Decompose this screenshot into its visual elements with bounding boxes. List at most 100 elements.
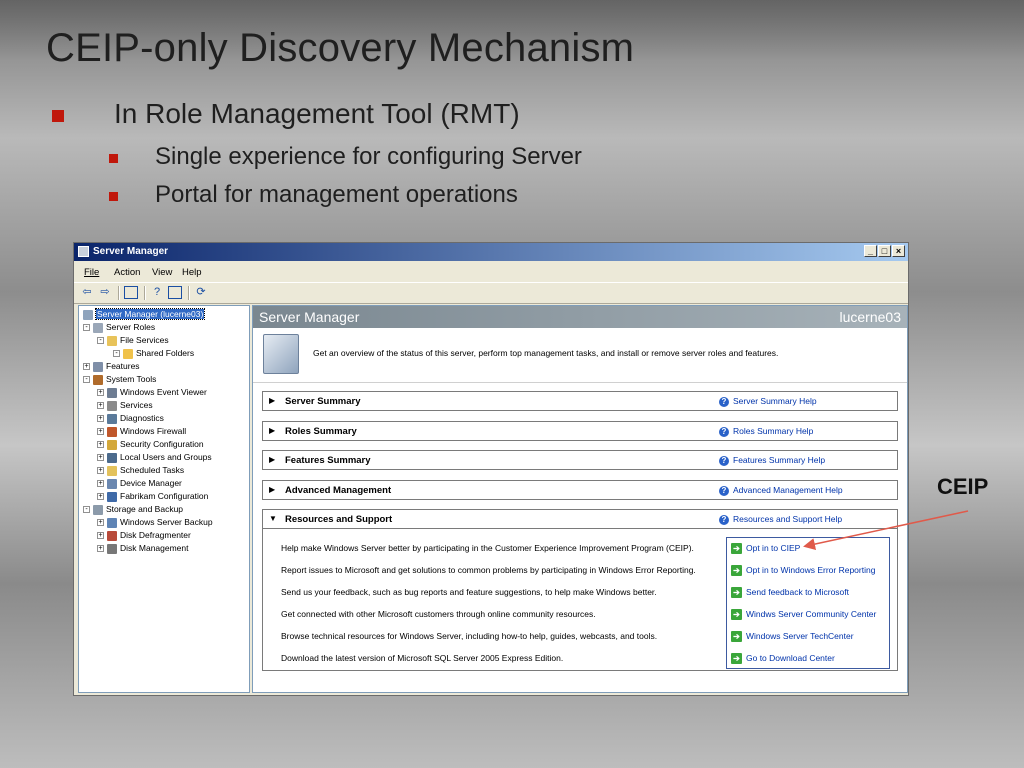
window-titlebar[interactable]: Server Manager _ □ × — [74, 243, 908, 261]
tree-node[interactable]: + Windows Event Viewer — [97, 386, 207, 398]
tree-node[interactable]: - System Tools — [83, 373, 156, 385]
users-icon — [107, 452, 117, 463]
send-feedback-link[interactable]: ➔ Send feedback to Microsoft — [731, 587, 849, 598]
features-icon — [93, 361, 103, 372]
tree-node[interactable]: + Disk Management — [97, 542, 189, 554]
tree-node[interactable]: - Server Roles — [83, 321, 155, 333]
expand-icon[interactable]: + — [97, 402, 104, 410]
window-title: Server Manager — [93, 246, 169, 257]
expand-icon[interactable]: + — [97, 389, 104, 397]
menu-file[interactable]: File — [84, 267, 99, 278]
expand-icon[interactable]: + — [97, 428, 104, 436]
maximize-button[interactable]: □ — [878, 245, 891, 257]
advanced-management-help-link[interactable]: ? Advanced Management Help — [719, 485, 843, 496]
tree-node[interactable]: - File Services — [97, 334, 169, 346]
close-button[interactable]: × — [892, 245, 905, 257]
action-pane-icon[interactable] — [168, 286, 182, 299]
resource-text: Report issues to Microsoft and get solut… — [281, 565, 696, 575]
tree-node[interactable]: + Diagnostics — [97, 412, 164, 424]
overview-banner: Get an overview of the status of this se… — [253, 328, 907, 383]
techcenter-link[interactable]: ➔ Windows Server TechCenter — [731, 631, 854, 642]
tree-node[interactable]: + Windows Server Backup — [97, 516, 213, 528]
resources-body: Help make Windows Server better by parti… — [262, 529, 898, 671]
show-hide-tree-icon[interactable] — [124, 286, 138, 299]
clock-icon — [107, 465, 117, 476]
minimize-button[interactable]: _ — [864, 245, 877, 257]
menu-help[interactable]: Help — [182, 267, 202, 278]
toolbar-separator — [118, 286, 120, 300]
expand-icon[interactable]: + — [97, 532, 104, 540]
help-icon: ? — [719, 486, 729, 496]
pane-title: Server Manager — [259, 309, 360, 325]
tree-node[interactable]: + Disk Defragmenter — [97, 529, 191, 541]
go-arrow-icon: ➔ — [731, 631, 742, 642]
tree-node[interactable]: + Local Users and Groups — [97, 451, 212, 463]
menu-view[interactable]: View — [152, 267, 172, 278]
tree-node[interactable]: + Scheduled Tasks — [97, 464, 184, 476]
tools-icon — [93, 374, 103, 385]
resource-text: Send us your feedback, such as bug repor… — [281, 587, 657, 597]
collapse-icon[interactable]: - — [83, 506, 90, 514]
tree-node[interactable]: - Storage and Backup — [83, 503, 183, 515]
back-arrow-icon[interactable]: ⇦ — [80, 286, 94, 299]
diagnostics-icon — [107, 413, 117, 424]
expand-arrow-icon: ▶ — [269, 396, 276, 405]
tree-node[interactable]: - Shared Folders — [113, 347, 194, 359]
tree-node[interactable]: + Device Manager — [97, 477, 182, 489]
toolbar-separator — [144, 286, 146, 300]
opt-in-error-reporting-link[interactable]: ➔ Opt in to Windows Error Reporting — [731, 565, 875, 576]
section-features-summary[interactable]: ▶ Features Summary ? Features Summary Hel… — [262, 450, 898, 470]
forward-arrow-icon[interactable]: ⇨ — [98, 286, 112, 299]
refresh-icon[interactable]: ⟳ — [194, 286, 208, 299]
server-manager-icon — [78, 246, 89, 257]
collapse-arrow-icon: ▼ — [269, 514, 277, 523]
menu-action[interactable]: Action — [114, 267, 140, 278]
security-icon — [107, 439, 117, 450]
main-pane: Server Manager lucerne03 Get an overview… — [252, 305, 908, 693]
tree-node[interactable]: + Security Configuration — [97, 438, 204, 450]
expand-icon[interactable]: + — [97, 519, 104, 527]
bullet-text: In Role Management Tool (RMT) — [114, 98, 520, 129]
collapse-icon[interactable]: - — [113, 350, 120, 358]
help-icon: ? — [719, 397, 729, 407]
expand-icon[interactable]: + — [97, 467, 104, 475]
collapse-icon[interactable]: - — [97, 337, 104, 345]
collapse-icon[interactable]: - — [83, 376, 90, 384]
section-advanced-management[interactable]: ▶ Advanced Management ? Advanced Manageme… — [262, 480, 898, 500]
folder-icon — [123, 348, 133, 359]
ceip-callout: CEIP — [937, 474, 989, 499]
tree-node[interactable]: + Features — [83, 360, 140, 372]
download-center-link[interactable]: ➔ Go to Download Center — [731, 653, 835, 664]
resources-support-help-link[interactable]: ? Resources and Support Help — [719, 514, 842, 525]
expand-icon[interactable]: + — [97, 545, 104, 553]
expand-icon[interactable]: + — [97, 415, 104, 423]
bullet-text: Portal for management operations — [155, 181, 518, 208]
expand-icon[interactable]: + — [97, 454, 104, 462]
help-icon[interactable]: ? — [150, 286, 164, 299]
opt-in-ciep-link[interactable]: ➔ Opt in to CIEP — [731, 543, 800, 554]
section-server-summary[interactable]: ▶ Server Summary ? Server Summary Help — [262, 391, 898, 411]
tree-node[interactable]: + Windows Firewall — [97, 425, 186, 437]
server-name: lucerne03 — [839, 309, 902, 325]
server-manager-window: Server Manager _ □ × File Action View He… — [73, 242, 909, 696]
expand-icon[interactable]: + — [97, 493, 104, 501]
help-icon: ? — [719, 456, 729, 466]
expand-arrow-icon: ▶ — [269, 485, 276, 494]
resource-text: Download the latest version of Microsoft… — [281, 653, 564, 663]
community-center-link[interactable]: ➔ Windws Server Community Center — [731, 609, 876, 620]
tree-node[interactable]: + Fabrikam Configuration — [97, 490, 208, 502]
help-icon: ? — [719, 427, 729, 437]
bullet-text: Single experience for configuring Server — [155, 143, 582, 170]
resource-text: Browse technical resources for Windows S… — [281, 631, 658, 641]
tree-node[interactable]: Server Manager (lucerne03) — [83, 308, 206, 320]
expand-icon[interactable]: + — [97, 441, 104, 449]
features-summary-help-link[interactable]: ? Features Summary Help — [719, 455, 825, 466]
roles-summary-help-link[interactable]: ? Roles Summary Help — [719, 426, 813, 437]
section-roles-summary[interactable]: ▶ Roles Summary ? Roles Summary Help — [262, 421, 898, 441]
tree-node[interactable]: + Services — [97, 399, 153, 411]
section-resources-and-support[interactable]: ▼ Resources and Support ? Resources and S… — [262, 509, 898, 529]
server-summary-help-link[interactable]: ? Server Summary Help — [719, 396, 817, 407]
expand-icon[interactable]: + — [97, 480, 104, 488]
collapse-icon[interactable]: - — [83, 324, 90, 332]
expand-icon[interactable]: + — [83, 363, 90, 371]
